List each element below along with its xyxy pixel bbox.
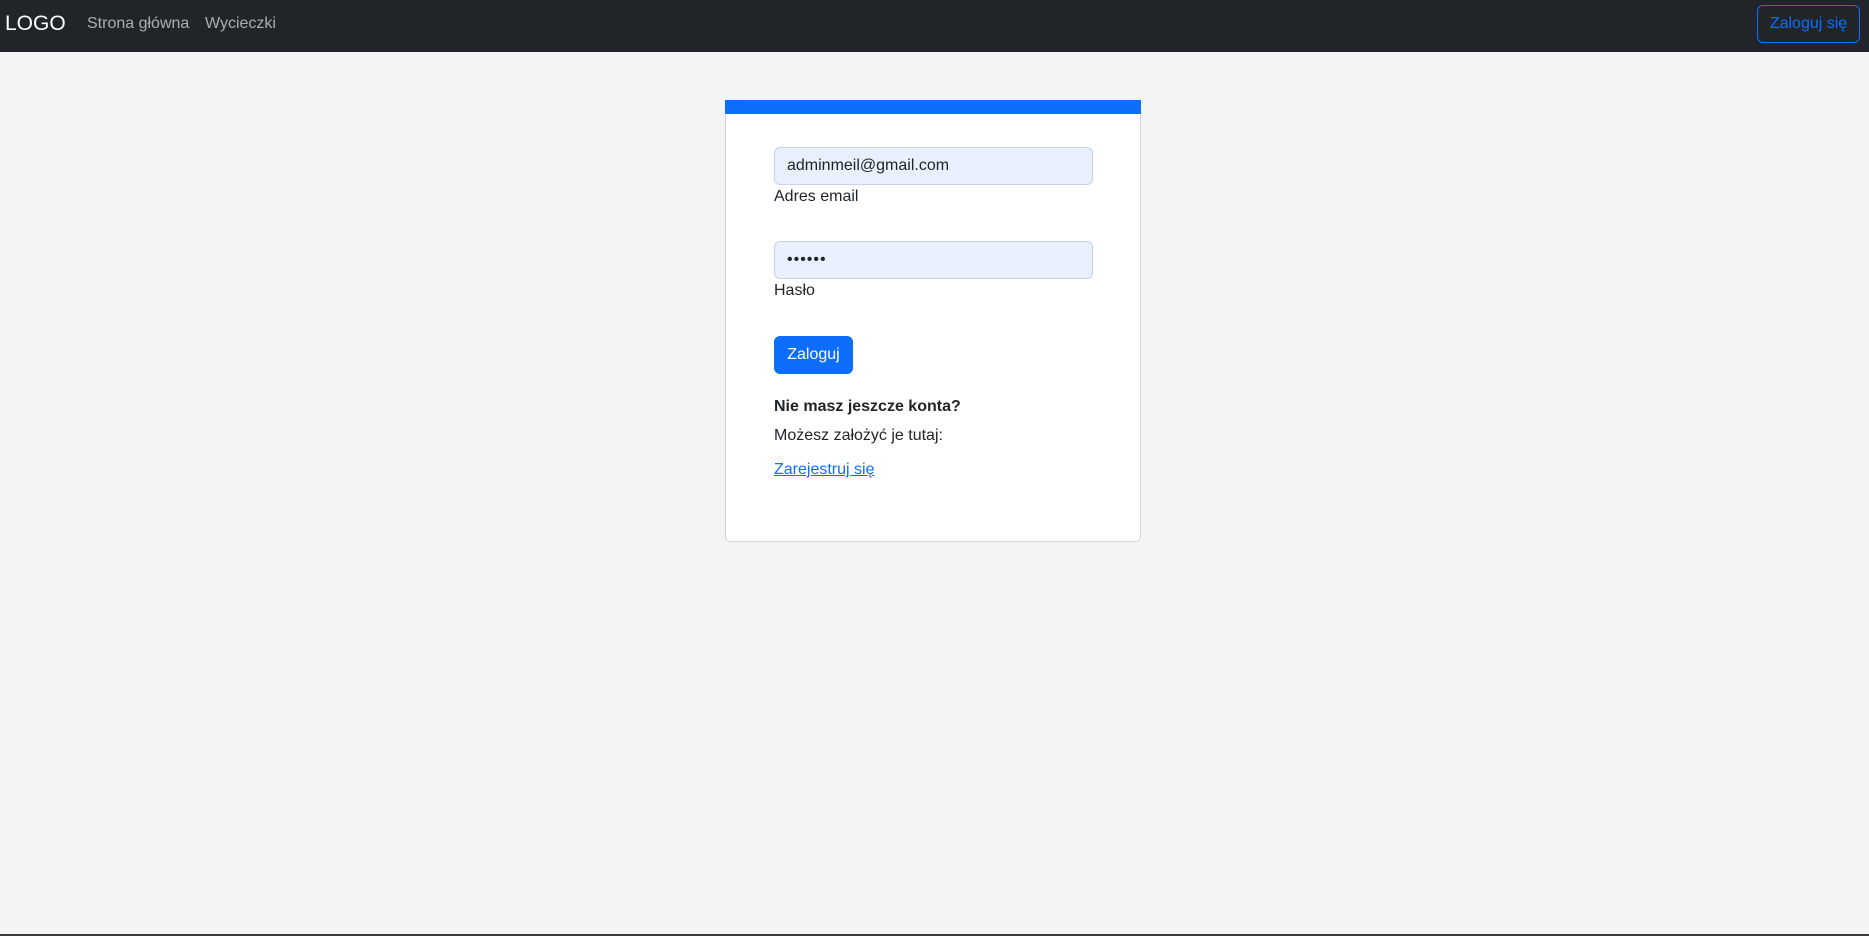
no-account-heading: Nie masz jeszcze konta?	[774, 398, 961, 415]
navbar-login-button[interactable]: Zaloguj się	[1757, 5, 1860, 43]
email-label: Adres email	[774, 188, 859, 205]
create-account-text: Możesz założyć je tutaj:	[774, 427, 943, 444]
submit-login-button[interactable]: Zaloguj	[774, 336, 853, 374]
card-accent-bar	[725, 100, 1141, 114]
top-navbar: LOGO Strona główna Wycieczki Zaloguj się	[0, 0, 1869, 52]
password-label: Hasło	[774, 282, 815, 299]
email-field[interactable]	[774, 147, 1093, 185]
password-field[interactable]	[774, 241, 1093, 279]
brand-logo[interactable]: LOGO	[5, 11, 66, 37]
register-link[interactable]: Zarejestruj się	[774, 460, 874, 480]
nav-link-home[interactable]: Strona główna	[87, 14, 189, 34]
login-card: Adres email Hasło Zaloguj Nie masz jeszc…	[725, 100, 1141, 542]
nav-link-trips[interactable]: Wycieczki	[205, 14, 276, 34]
